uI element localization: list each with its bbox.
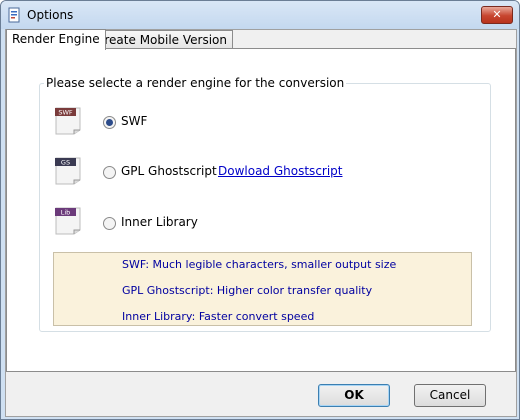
swf-icon: SWF xyxy=(55,107,81,135)
render-engine-panel: Please selecte a render engine for the c… xyxy=(6,48,516,372)
app-icon xyxy=(8,7,20,23)
window-title: Options xyxy=(27,8,74,22)
cancel-button[interactable]: Cancel xyxy=(414,384,486,407)
inner-library-label[interactable]: Inner Library xyxy=(121,215,198,229)
gs-icon: GS xyxy=(55,157,81,185)
title-bar[interactable]: Options ✕ xyxy=(1,1,519,29)
ok-button[interactable]: OK xyxy=(318,384,390,407)
dialog-client-area: Render Engine Create Mobile Version Plea… xyxy=(5,29,517,417)
render-engine-group: Please selecte a render engine for the c… xyxy=(39,76,491,332)
tab-create-mobile-version[interactable]: Create Mobile Version xyxy=(90,30,233,49)
close-button[interactable]: ✕ xyxy=(481,6,513,24)
download-ghostscript-link[interactable]: Dowload Ghostscript xyxy=(218,164,343,178)
lib-icon: Lib xyxy=(55,207,81,235)
svg-text:SWF: SWF xyxy=(58,109,73,117)
options-window: Options ✕ Render Engine Create Mobile Ve… xyxy=(0,0,520,420)
inner-library-radio[interactable] xyxy=(103,217,116,230)
svg-text:Lib: Lib xyxy=(61,209,71,217)
svg-text:GS: GS xyxy=(61,159,70,167)
swf-label[interactable]: SWF xyxy=(121,114,147,128)
close-icon: ✕ xyxy=(492,8,502,21)
swf-radio[interactable] xyxy=(103,116,116,129)
gpl-ghostscript-label[interactable]: GPL Ghostscript xyxy=(121,164,217,178)
gpl-ghostscript-radio[interactable] xyxy=(103,166,116,179)
group-caption: Please selecte a render engine for the c… xyxy=(44,76,347,90)
tab-render-engine[interactable]: Render Engine xyxy=(6,29,106,50)
info-inner-library: Inner Library: Faster convert speed xyxy=(122,310,315,323)
info-gpl-ghostscript: GPL Ghostscript: Higher color transfer q… xyxy=(122,284,373,297)
engine-description-box: SWF: Much legible characters, smaller ou… xyxy=(53,252,472,326)
info-swf: SWF: Much legible characters, smaller ou… xyxy=(122,258,397,271)
